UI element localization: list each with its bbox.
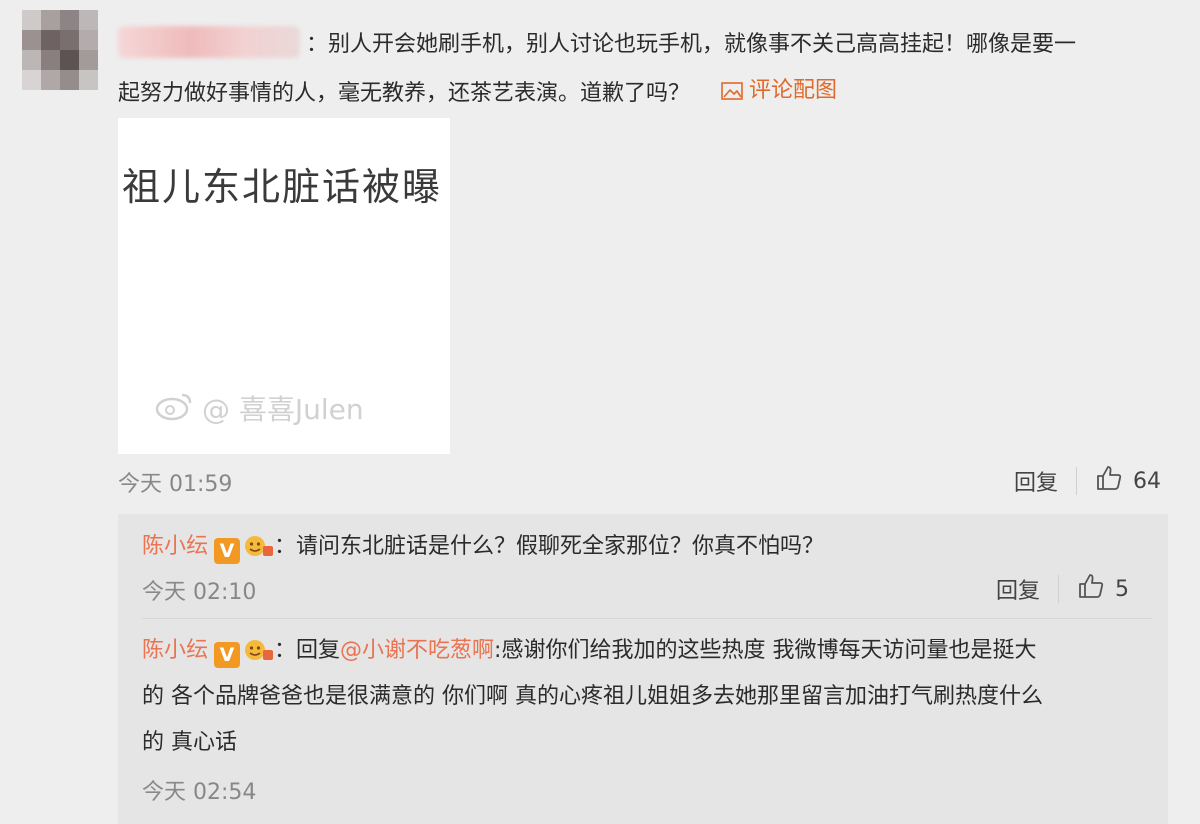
weibo-logo-icon: [154, 389, 194, 428]
image-watermark: @ 喜喜Julen: [154, 388, 364, 428]
like-count: 5: [1115, 576, 1130, 602]
reply-text-line-1: :感谢你们给我加的这些热度 我微博每天访问量也是挺大: [494, 638, 1037, 663]
watermark-text: @ 喜喜Julen: [202, 393, 364, 426]
reply-timestamp: 今天 02:54: [142, 780, 257, 805]
reply-item: 陈小纭 V ：请问东北脏话是什么？假聊死全家那位？你真不怕吗？: [142, 524, 1152, 570]
reply-divider: [142, 618, 1152, 619]
reply-prefix: ：回复: [274, 638, 341, 663]
like-button[interactable]: 64: [1095, 464, 1161, 498]
comment-timestamp: 今天 01:59: [118, 472, 233, 497]
reply-text-line-3: 的 真心话: [142, 730, 237, 755]
comment-line-2: 起努力做好事情的人，毫无教养，还茶艺表演。道歉了吗？: [118, 81, 691, 106]
attached-image-text: 祖儿东北脏话被曝: [122, 165, 443, 209]
fan-badge-icon: [244, 633, 274, 660]
mention-link[interactable]: @小谢不吃葱啊: [340, 638, 494, 663]
reply-text: ：请问东北脏话是什么？假聊死全家那位？你真不怕吗？: [274, 534, 825, 559]
verified-v-icon: V: [214, 642, 241, 668]
comment-actions: 回复 64: [1014, 464, 1161, 498]
reply-username[interactable]: 陈小纭: [142, 638, 208, 663]
replies-section: 陈小纭 V ：请问东北脏话是什么？假聊死全家那位？你真不怕吗？ 今天 02:10 …: [118, 514, 1168, 824]
verified-v-icon: V: [214, 538, 241, 564]
reply-button[interactable]: 回复: [996, 573, 1040, 605]
thumbs-up-icon: [1077, 572, 1105, 606]
like-count: 64: [1133, 468, 1162, 494]
reply-button[interactable]: 回复: [1014, 465, 1058, 497]
avatar[interactable]: [22, 10, 98, 90]
comment-line-1: ：别人开会她刷手机，别人讨论也玩手机，就像事不关己高高挂起！哪像是要一: [306, 32, 1077, 57]
reply-timestamp: 今天 02:10: [142, 580, 257, 605]
attached-image[interactable]: 祖儿东北脏话被曝 @ 喜喜Julen: [118, 118, 450, 454]
reply-actions: 回复 5: [996, 572, 1129, 606]
main-comment-text: ：别人开会她刷手机，别人讨论也玩手机，就像事不关己高高挂起！哪像是要一 起努力做…: [118, 22, 1168, 117]
image-icon: [721, 82, 743, 100]
reply-item: 陈小纭 V ：回复@小谢不吃葱啊:感谢你们给我加的这些热度 我微博每天访问量也是挺…: [142, 628, 1152, 766]
action-divider: [1076, 467, 1078, 495]
action-divider: [1058, 575, 1060, 603]
reply-text-line-2: 的 各个品牌爸爸也是很满意的 你们啊 真的心疼祖儿姐姐多去她那里留言加油打气刷热…: [142, 684, 1043, 709]
reply-username[interactable]: 陈小纭: [142, 534, 208, 559]
fan-badge-icon: [244, 529, 274, 556]
comment-image-link-label: 评论配图: [749, 78, 838, 103]
comment-image-link[interactable]: 评论配图: [721, 68, 837, 114]
thumbs-up-icon: [1095, 464, 1123, 498]
like-button[interactable]: 5: [1077, 572, 1129, 606]
